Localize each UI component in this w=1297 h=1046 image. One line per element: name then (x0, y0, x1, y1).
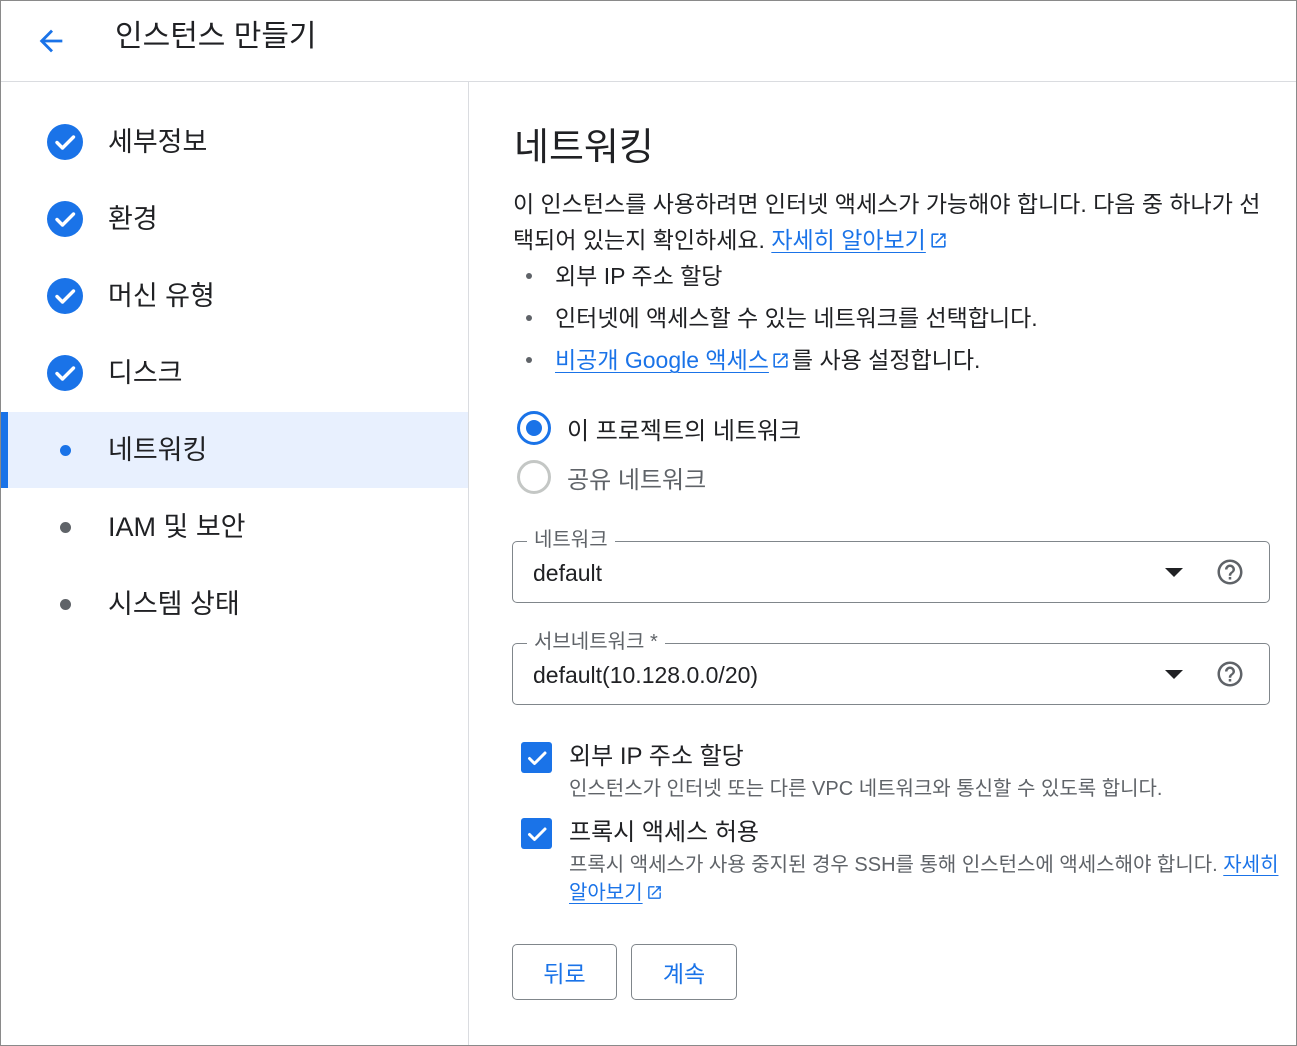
checkmark-icon (527, 827, 546, 841)
radio-unselected[interactable] (517, 460, 551, 494)
step-details[interactable]: 세부정보 (1, 104, 468, 180)
step-system-health[interactable]: 시스템 상태 (1, 566, 468, 642)
network-select[interactable]: 네트워크 default (512, 526, 1270, 603)
help-icon[interactable] (1215, 659, 1245, 689)
step-label: 세부정보 (108, 127, 208, 157)
checkbox-label: 외부 IP 주소 할당 (569, 743, 744, 770)
radio-label: 공유 네트워크 (567, 466, 707, 494)
list-item: 인터넷에 액세스할 수 있는 네트워크를 선택합니다. (513, 297, 1273, 339)
continue-button[interactable]: 계속 (631, 944, 737, 1000)
step-label: 시스템 상태 (108, 589, 240, 619)
list-item-text: 를 사용 설정합니다. (791, 347, 981, 373)
check-circle-icon (47, 201, 83, 237)
list-item-text: 외부 IP 주소 할당 (555, 263, 723, 289)
step-label: 환경 (108, 204, 158, 234)
stepper-sidebar: 세부정보 환경 머신 유형 디스크 네트워킹 IAM 및 보안 시스템 상태 (1, 82, 469, 1045)
field-label: 서브네트워크 * (527, 628, 665, 656)
step-disk[interactable]: 디스크 (1, 335, 468, 411)
step-networking[interactable]: 네트워킹 (1, 412, 468, 488)
subnetwork-select[interactable]: 서브네트워크 * default(10.128.0.0/20) (512, 628, 1270, 705)
step-label: 머신 유형 (108, 281, 215, 311)
external-link-icon (931, 233, 946, 248)
external-ip-checkbox[interactable] (521, 742, 552, 773)
page-header: 인스턴스 만들기 (1, 1, 1296, 82)
radio-shared-network[interactable]: 공유 네트워크 (517, 457, 706, 497)
app-window: 인스턴스 만들기 세부정보 환경 머신 유형 디스크 네트워킹 IAM 및 보안… (0, 0, 1297, 1046)
back-button[interactable]: 뒤로 (512, 944, 617, 1000)
arrow-left-icon (39, 29, 63, 53)
bullet-icon (526, 315, 532, 321)
external-link-icon (647, 886, 661, 899)
checkbox-description: 인스턴스가 인터넷 또는 다른 VPC 네트워크와 통신할 수 있도록 합니다. (569, 778, 1163, 800)
list-item: 비공개 Google 액세스 를 사용 설정합니다. (513, 339, 1273, 381)
step-label: 디스크 (108, 358, 183, 388)
step-label: 네트워킹 (108, 435, 208, 465)
step-environment[interactable]: 환경 (1, 181, 468, 257)
back-arrow-button[interactable] (29, 19, 73, 63)
page-title: 인스턴스 만들기 (115, 20, 317, 53)
check-circle-icon (47, 278, 83, 314)
learn-more-link[interactable]: 자세히 알아보기 (771, 227, 926, 253)
list-item-text: 인터넷에 액세스할 수 있는 네트워크를 선택합니다. (555, 305, 1038, 331)
field-label: 네트워크 (527, 526, 615, 554)
bullet-icon (526, 357, 532, 363)
proxy-access-checkbox[interactable] (521, 818, 552, 849)
help-icon[interactable] (1215, 557, 1245, 587)
dropdown-arrow-icon[interactable] (1165, 568, 1183, 577)
external-link-icon (773, 353, 788, 368)
checkbox-label: 프록시 액세스 허용 (569, 819, 759, 846)
requirements-list: 외부 IP 주소 할당 인터넷에 액세스할 수 있는 네트워크를 선택합니다. … (513, 255, 1273, 381)
dot-icon (47, 509, 83, 545)
section-description: 이 인스턴스를 사용하려면 인터넷 액세스가 가능해야 합니다. 다음 중 하나… (513, 186, 1273, 258)
check-circle-icon (47, 355, 83, 391)
select-value: default (533, 560, 603, 586)
active-indicator (1, 412, 8, 488)
dot-icon (47, 432, 83, 468)
check-circle-icon (47, 124, 83, 160)
bullet-icon (526, 273, 532, 279)
step-machine-type[interactable]: 머신 유형 (1, 258, 468, 334)
step-label: IAM 및 보안 (108, 512, 246, 542)
step-iam-security[interactable]: IAM 및 보안 (1, 489, 468, 565)
checkmark-icon (527, 751, 546, 765)
section-title: 네트워킹 (514, 127, 654, 169)
radio-label: 이 프로젝트의 네트워크 (567, 417, 802, 445)
radio-selected[interactable] (517, 411, 551, 445)
main-panel: 네트워킹 이 인스턴스를 사용하려면 인터넷 액세스가 가능해야 합니다. 다음… (469, 82, 1296, 1045)
dot-icon (47, 586, 83, 622)
dropdown-arrow-icon[interactable] (1165, 670, 1183, 679)
description-text: 프록시 액세스가 사용 중지된 경우 SSH를 통해 인스턴스에 액세스해야 합… (569, 854, 1218, 876)
radio-this-project-network[interactable]: 이 프로젝트의 네트워크 (517, 408, 801, 448)
checkbox-description: 프록시 액세스가 사용 중지된 경우 SSH를 통해 인스턴스에 액세스해야 합… (569, 851, 1279, 907)
select-value: default(10.128.0.0/20) (533, 662, 759, 688)
list-item: 외부 IP 주소 할당 (513, 255, 1273, 297)
private-google-access-link[interactable]: 비공개 Google 액세스 (555, 347, 769, 373)
